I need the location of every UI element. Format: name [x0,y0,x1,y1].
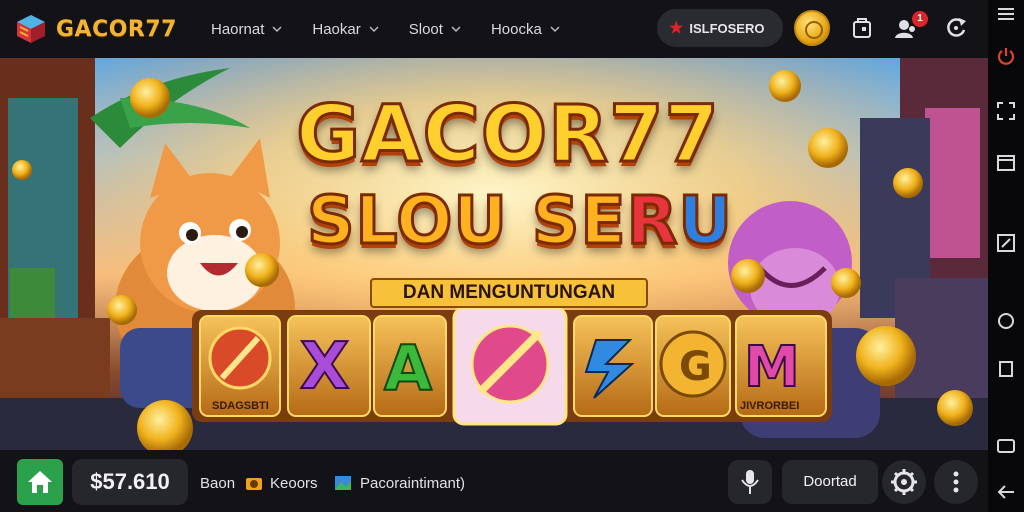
nav-label: Haokar [312,20,361,38]
home-button[interactable] [17,459,63,505]
title-part: SLOU SE [306,182,628,259]
home-circle-icon[interactable] [995,310,1017,332]
voice-button[interactable] [728,460,772,504]
notification-badge: 1 [912,11,928,27]
app-screen: GACOR77 Haornat Haokar Sloot Hoocka ★ IS… [0,0,1024,512]
gear-icon [891,469,917,495]
chevron-down-icon [369,26,379,33]
svg-text:X: X [300,330,349,404]
promo-banner[interactable]: X A G M GACOR77 SLOU SERU DAN MENGUNTUNG… [0,58,988,450]
back-arrow-icon[interactable] [995,481,1017,503]
wallet-icon[interactable] [848,14,876,42]
bottom-bar: $57.610 Baon Keoors Pacoraintimant) Door… [0,450,988,512]
screenshot-icon[interactable] [995,100,1017,122]
home-icon [28,471,52,493]
resize-icon[interactable] [995,232,1017,254]
brand-name: GACOR77 [56,16,177,42]
menu-icon[interactable] [995,3,1017,25]
brand-logo[interactable]: GACOR77 [14,12,177,46]
power-icon[interactable] [995,45,1017,67]
nav-label: Haornat [211,20,265,38]
window-icon[interactable] [995,152,1017,174]
recent-apps-icon[interactable] [995,358,1017,380]
search-label: ISLFOSERO [689,20,765,36]
main-nav: Haornat Haokar Sloot Hoocka [211,21,590,38]
banner-title: GACOR77 [295,90,721,180]
coin-button[interactable] [794,10,830,46]
chevron-down-icon [272,26,282,33]
system-side-bar [988,0,1024,512]
camera-icon [246,478,262,490]
svg-text:G: G [679,344,712,390]
reel-label-right: JIVRORBEI [740,400,800,412]
title-part: R [625,182,679,259]
top-bar: GACOR77 Haornat Haokar Sloot Hoocka ★ IS… [0,0,988,58]
svg-text:M: M [744,335,800,400]
cube-logo-icon [17,15,45,43]
app-switch-icon[interactable] [995,435,1017,457]
bottom-link-baon[interactable]: Baon [200,475,235,492]
nav-item-haornat[interactable]: Haornat [211,21,282,38]
reel-label-left: SDAGSBTI [212,400,269,412]
more-vertical-icon [953,471,959,493]
svg-text:A: A [384,332,432,405]
balance-display: $57.610 [72,459,188,505]
bottom-link-pacoraintimant[interactable]: Pacoraintimant) [360,475,465,492]
deposit-button[interactable]: Doortad [782,460,878,504]
nav-item-haokar[interactable]: Haokar [312,20,379,38]
search-pill[interactable]: ★ ISLFOSERO [657,9,783,47]
star-icon: ★ [669,20,684,37]
settings-button[interactable] [882,460,926,504]
chevron-down-icon [550,26,560,33]
nav-label: Hoocka [490,20,542,38]
refresh-icon[interactable] [942,14,970,42]
nav-label: Sloot [408,20,443,38]
nav-item-sloot[interactable]: Sloot [409,21,461,38]
chevron-down-icon [451,26,461,33]
bottom-link-keoors[interactable]: Keoors [270,475,318,492]
image-icon [335,476,351,490]
banner-title-line2: SLOU SERU [290,186,750,255]
banner-subtitle: DAN MENGUNTUNGAN [370,278,648,308]
title-part: U [677,182,734,259]
more-button[interactable] [934,460,978,504]
microphone-icon [741,470,759,494]
nav-item-hoocka[interactable]: Hoocka [491,21,560,38]
